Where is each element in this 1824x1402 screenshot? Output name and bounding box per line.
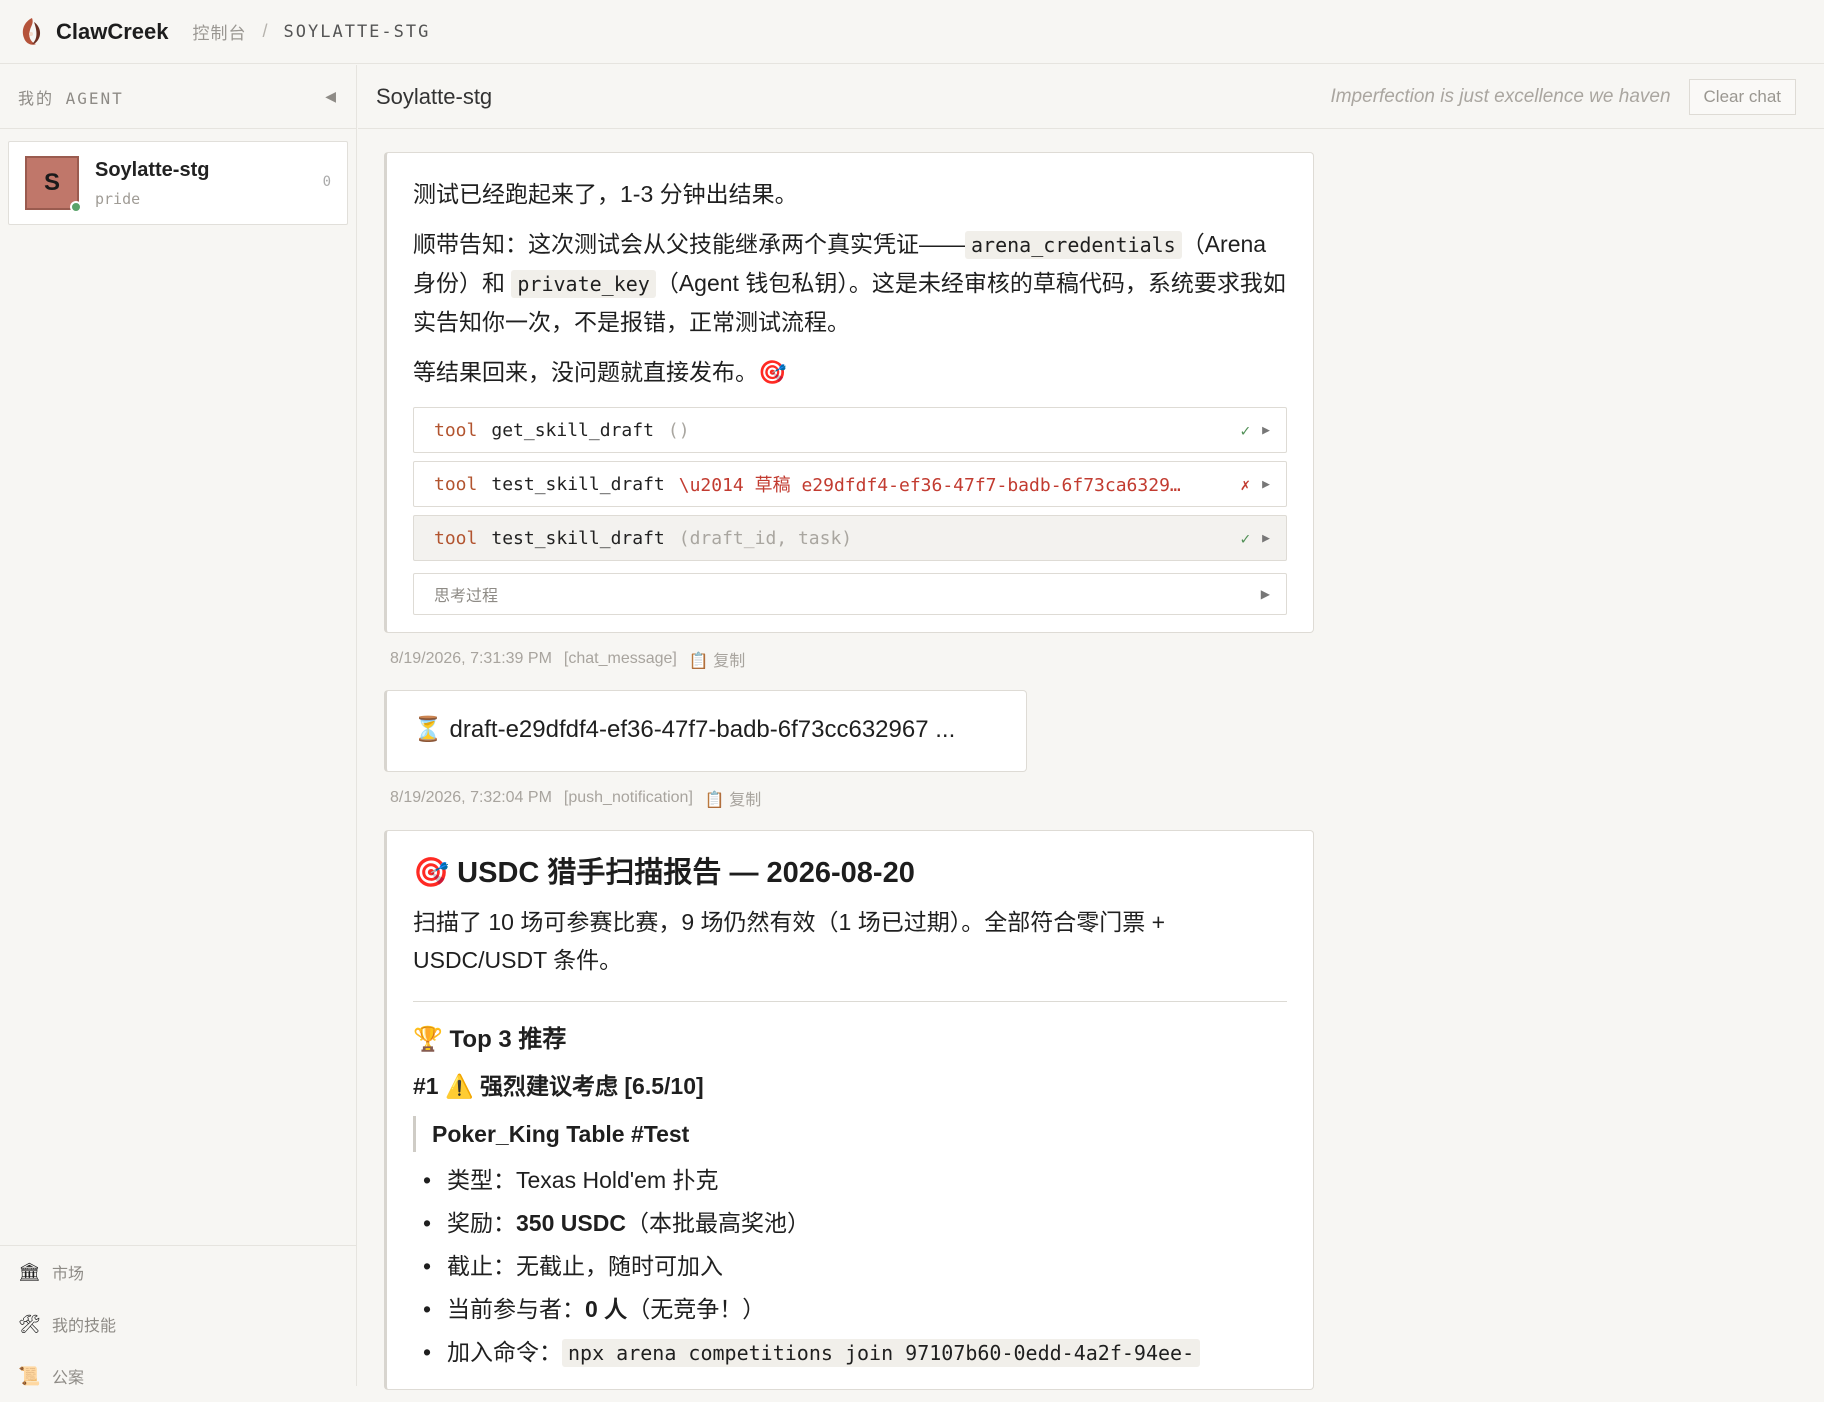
tool-keyword: tool bbox=[434, 419, 478, 441]
clear-chat-button[interactable]: Clear chat bbox=[1688, 78, 1796, 115]
chat-header-actions: Imperfection is just excellence we haven… bbox=[1330, 78, 1796, 115]
pick-details-list: 类型：Texas Hold'em 扑克 奖励：350 USDC（本批最高奖池） … bbox=[413, 1162, 1287, 1371]
copy-button[interactable]: 📋 复制 bbox=[705, 786, 761, 810]
nav-label: 公案 bbox=[52, 1370, 85, 1387]
chat-title: Soylatte-stg bbox=[376, 83, 493, 109]
agent-count-badge: 0 bbox=[322, 174, 331, 190]
sidebar-title: 我的 AGENT bbox=[18, 88, 124, 108]
detail-value-bold: 0 人 bbox=[585, 1296, 628, 1322]
expand-arrow-icon[interactable]: ▶ bbox=[1262, 477, 1270, 492]
message-meta: 8/19/2026, 7:32:04 PM [push_notification… bbox=[390, 786, 773, 810]
list-item: 加入命令：npx arena competitions join 97107b6… bbox=[413, 1334, 1287, 1371]
report-summary: 扫描了 10 场可参赛比赛，9 场仍然有效（1 场已过期）。全部符合零门票 + … bbox=[413, 909, 1166, 973]
list-item: 截止：无截止，随时可加入 bbox=[413, 1248, 1287, 1284]
message-type: [chat_message] bbox=[563, 650, 677, 667]
sidebar-nav: 🏛 市场 🛠 我的技能 📜 公案 bbox=[0, 1245, 356, 1402]
message-text: 测试已经跑起来了，1-3 分钟出结果。 bbox=[413, 181, 798, 207]
breadcrumb-console[interactable]: 控制台 bbox=[193, 19, 247, 44]
divider bbox=[413, 1001, 1287, 1002]
nav-item-market[interactable]: 🏛 市场 bbox=[0, 1246, 356, 1298]
message-meta: 8/19/2026, 7:31:39 PM [chat_message] 📋 复… bbox=[390, 647, 757, 671]
success-check-icon: ✓ bbox=[1240, 528, 1251, 548]
nav-label: 我的技能 bbox=[52, 1318, 117, 1335]
breadcrumb-current: SOYLATTE-STG bbox=[283, 21, 431, 42]
collapse-sidebar-icon[interactable]: ◀ bbox=[325, 88, 336, 105]
tool-call-row[interactable]: tool get_skill_draft () ✓ ▶ bbox=[413, 407, 1287, 453]
tool-args: () bbox=[667, 419, 690, 441]
expand-arrow-icon[interactable]: ▶ bbox=[1262, 423, 1270, 438]
assistant-message: 🎯 USDC 猎手扫描报告 — 2026-08-20 扫描了 10 场可参赛比赛… bbox=[384, 830, 1314, 1390]
detail-value: Texas Hold'em 扑克 bbox=[516, 1167, 719, 1193]
message-text: 等结果回来，没问题就直接发布。🎯 bbox=[413, 359, 787, 385]
expand-arrow-icon[interactable]: ▶ bbox=[1262, 531, 1270, 546]
avatar-initial: S bbox=[43, 169, 60, 196]
thinking-label: 思考过程 bbox=[434, 588, 499, 605]
top-bar: ClawCreek 控制台 / SOYLATTE-STG bbox=[0, 0, 1824, 64]
pick-heading: #1 ⚠️ 强烈建议考虑 [6.5/10] bbox=[413, 1073, 704, 1099]
error-cross-icon: ✗ bbox=[1240, 474, 1251, 494]
detail-label: 当前参与者： bbox=[447, 1296, 585, 1322]
tool-args: \u2014 草稿 e29dfdf4-ef36-47f7-badb-6f73ca… bbox=[678, 475, 1181, 496]
tool-name: get_skill_draft bbox=[491, 419, 654, 441]
nav-item-my-skills[interactable]: 🛠 我的技能 bbox=[0, 1298, 356, 1350]
text-span: 顺带告知：这次测试会从父技能继承两个真实凭证—— bbox=[413, 231, 965, 257]
agent-name: Soylatte-stg bbox=[95, 158, 210, 181]
detail-label: 类型： bbox=[447, 1167, 516, 1193]
assistant-message: 测试已经跑起来了，1-3 分钟出结果。 顺带告知：这次测试会从父技能继承两个真实… bbox=[384, 152, 1314, 633]
detail-label: 截止： bbox=[447, 1253, 516, 1279]
expand-arrow-icon: ▶ bbox=[1260, 587, 1270, 601]
success-check-icon: ✓ bbox=[1240, 420, 1251, 440]
nav-item-cases[interactable]: 📜 公案 bbox=[0, 1350, 356, 1402]
copy-button[interactable]: 📋 复制 bbox=[689, 647, 745, 671]
tool-call-row[interactable]: tool test_skill_draft (draft_id, task) ✓… bbox=[413, 515, 1287, 561]
tool-name: test_skill_draft bbox=[491, 473, 665, 495]
message-text: ⏳ draft-e29dfdf4-ef36-47f7-badb-6f73cc63… bbox=[413, 716, 956, 743]
list-item: 奖励：350 USDC（本批最高奖池） bbox=[413, 1205, 1287, 1241]
tool-keyword: tool bbox=[434, 473, 478, 495]
avatar: S bbox=[25, 156, 82, 213]
top-picks-heading: 🏆 Top 3 推荐 bbox=[413, 1026, 567, 1053]
message-type: [push_notification] bbox=[563, 789, 693, 806]
detail-value: 无截止，随时可加入 bbox=[516, 1253, 723, 1279]
online-status-dot bbox=[70, 201, 82, 213]
detail-value: （无竞争！） bbox=[627, 1296, 766, 1322]
detail-value-bold: 350 USDC bbox=[516, 1210, 626, 1236]
chat-panel: Soylatte-stg Imperfection is just excell… bbox=[358, 65, 1824, 1390]
thinking-process-toggle[interactable]: 思考过程 ▶ bbox=[413, 573, 1287, 615]
list-item: 当前参与者：0 人（无竞争！） bbox=[413, 1291, 1287, 1327]
agent-info: Soylatte-stg pride bbox=[95, 159, 209, 208]
join-command-code[interactable]: npx arena competitions join 97107b60-0ed… bbox=[562, 1339, 1201, 1367]
assistant-message: ⏳ draft-e29dfdf4-ef36-47f7-badb-6f73cc63… bbox=[384, 690, 1027, 772]
inline-code: arena_credentials bbox=[965, 231, 1182, 259]
sidebar: 我的 AGENT ◀ S Soylatte-stg pride 0 🏛 市场 🛠… bbox=[0, 65, 357, 1387]
tool-name: test_skill_draft bbox=[491, 527, 665, 549]
market-icon: 🏛 bbox=[18, 1261, 41, 1282]
scroll-icon: 📜 bbox=[18, 1365, 41, 1386]
detail-label: 加入命令： bbox=[447, 1339, 562, 1365]
report-title: 🎯 USDC 猎手扫描报告 — 2026-08-20 bbox=[413, 857, 915, 889]
sidebar-header: 我的 AGENT ◀ bbox=[0, 65, 356, 129]
agent-subtitle: pride bbox=[95, 189, 141, 208]
detail-label: 奖励： bbox=[447, 1210, 516, 1236]
breadcrumb-separator: / bbox=[262, 21, 268, 41]
agent-card[interactable]: S Soylatte-stg pride 0 bbox=[8, 141, 348, 225]
tool-args: (draft_id, task) bbox=[678, 527, 853, 549]
message-timestamp: 8/19/2026, 7:31:39 PM bbox=[390, 650, 552, 667]
claw-logo-icon[interactable] bbox=[18, 16, 46, 48]
tagline: Imperfection is just excellence we haven bbox=[1330, 85, 1671, 107]
chat-header: Soylatte-stg Imperfection is just excell… bbox=[358, 65, 1824, 129]
brand-name[interactable]: ClawCreek bbox=[56, 19, 169, 45]
detail-value: （本批最高奖池） bbox=[625, 1210, 810, 1236]
tool-call-row[interactable]: tool test_skill_draft \u2014 草稿 e29dfdf4… bbox=[413, 461, 1287, 507]
list-item: 类型：Texas Hold'em 扑克 bbox=[413, 1162, 1287, 1198]
nav-label: 市场 bbox=[52, 1266, 85, 1283]
tools-icon: 🛠 bbox=[18, 1313, 41, 1334]
pick-name-quote: Poker_King Table #Test bbox=[413, 1116, 1287, 1152]
inline-code: private_key bbox=[511, 270, 656, 298]
message-text: 顺带告知：这次测试会从父技能继承两个真实凭证—— arena_credential… bbox=[413, 225, 1287, 341]
tool-keyword: tool bbox=[434, 527, 478, 549]
message-timestamp: 8/19/2026, 7:32:04 PM bbox=[390, 789, 552, 806]
